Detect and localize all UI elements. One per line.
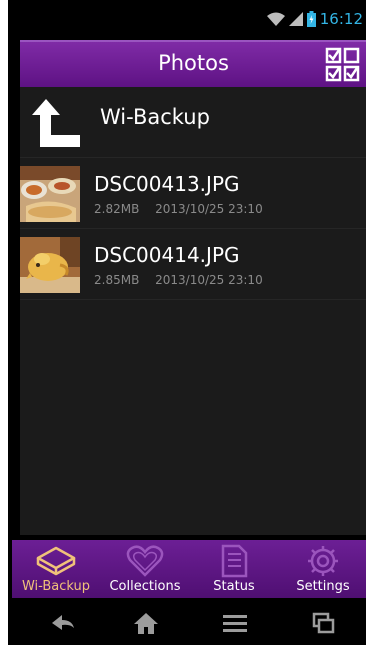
tab-label: Status	[213, 579, 255, 594]
file-size: 2.85MB	[94, 273, 140, 287]
content-frame: Photos Wi-Backup DSC00413.JPG 2.82MB 201…	[20, 40, 366, 535]
multi-select-icon	[325, 47, 360, 82]
tab-wi-backup[interactable]: Wi-Backup	[12, 540, 100, 598]
nav-recents-button[interactable]	[308, 610, 338, 636]
photo-thumbnail	[20, 237, 80, 293]
page-title: Photos	[158, 51, 229, 75]
title-bar: Photos	[20, 40, 366, 87]
file-name: DSC00413.JPG	[94, 172, 240, 196]
tab-label: Wi-Backup	[21, 579, 91, 594]
select-all-button[interactable]	[325, 47, 361, 83]
wifi-icon	[266, 12, 285, 26]
file-row[interactable]: DSC00413.JPG 2.82MB 2013/10/25 23:10	[20, 158, 366, 229]
nav-menu-button[interactable]	[220, 610, 250, 636]
nav-home-button[interactable]	[131, 610, 161, 636]
file-meta: 2.85MB 2013/10/25 23:10	[94, 273, 263, 287]
tab-status[interactable]: Status	[190, 540, 278, 598]
signal-icon	[288, 12, 303, 26]
tab-label: Collections	[109, 579, 181, 594]
status-icons: 16:12	[266, 10, 363, 28]
device-screen: 16:12 Photos Wi-Backup DSC00413.JPG 2.82…	[8, 0, 366, 645]
nav-back-button[interactable]	[48, 610, 78, 636]
back-icon	[52, 615, 74, 630]
drive-icon	[36, 546, 76, 576]
document-icon	[221, 544, 248, 578]
navigation-bar	[8, 600, 366, 645]
file-meta: 2.82MB 2013/10/25 23:10	[94, 202, 263, 216]
recent-apps-icon	[312, 612, 335, 634]
home-icon	[134, 613, 158, 634]
file-date: 2013/10/25 23:10	[155, 202, 263, 216]
status-bar: 16:12	[8, 0, 366, 38]
battery-icon	[306, 11, 316, 27]
file-name: DSC00414.JPG	[94, 243, 240, 267]
back-label: Wi-Backup	[100, 105, 210, 129]
photo-thumbnail	[20, 166, 80, 222]
back-row[interactable]: Wi-Backup	[20, 87, 366, 158]
heart-icon	[126, 545, 164, 577]
tab-collections[interactable]: Collections	[101, 540, 189, 598]
gear-icon	[308, 546, 338, 576]
tab-label: Settings	[296, 579, 350, 594]
file-size: 2.82MB	[94, 202, 140, 216]
clock: 16:12	[319, 10, 363, 28]
bottom-tab-bar: Wi-Backup Collections Status Settings	[12, 540, 366, 598]
tab-settings[interactable]: Settings	[279, 540, 366, 598]
back-arrow-icon	[32, 99, 80, 147]
menu-icon	[223, 615, 247, 632]
file-date: 2013/10/25 23:10	[155, 273, 263, 287]
file-row[interactable]: DSC00414.JPG 2.85MB 2013/10/25 23:10	[20, 229, 366, 300]
